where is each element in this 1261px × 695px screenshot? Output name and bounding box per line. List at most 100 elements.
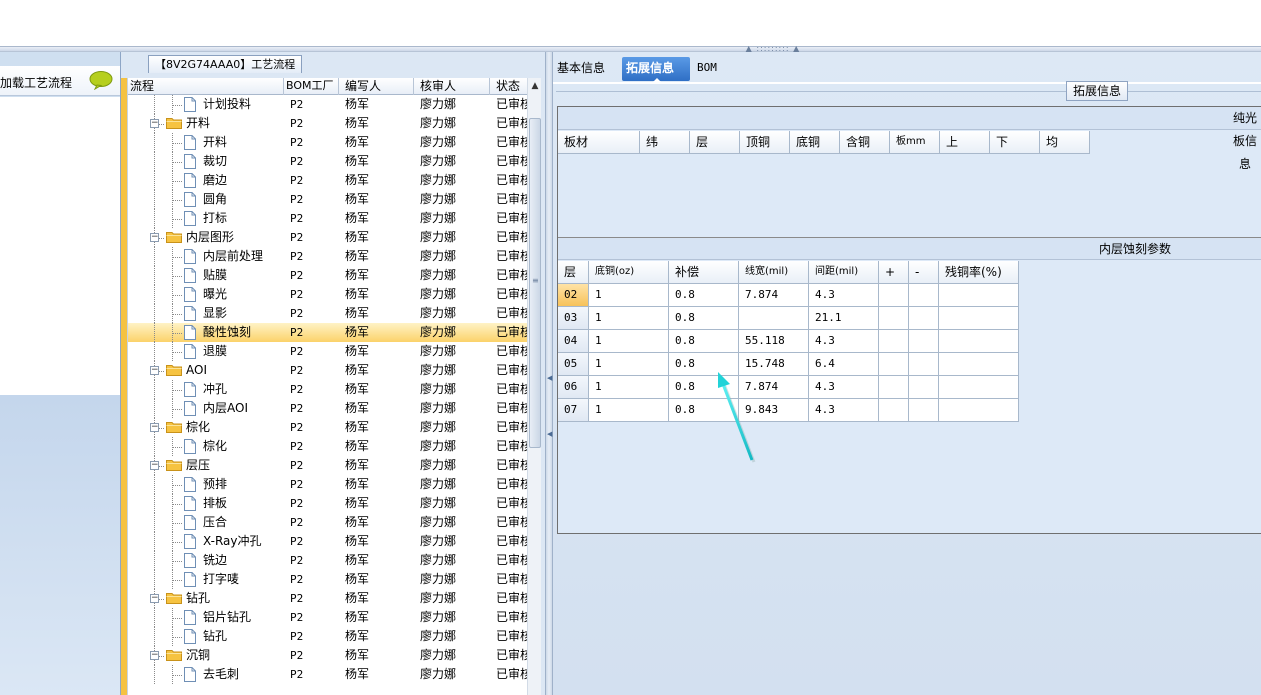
inner-etch-cell[interactable]: 1 [589,307,669,330]
inner-etch-cell[interactable]: 6.4 [809,353,879,376]
layer-row-header[interactable]: 04 [558,330,589,353]
process-row[interactable]: 压合 P2 杨军 廖力娜 已审核 [128,513,528,532]
light-board-col-header[interactable]: 纬 [640,131,690,154]
layer-row-header[interactable]: 03 [558,307,589,330]
layer-row-header[interactable]: 02 [558,284,589,307]
inner-etch-cell[interactable]: 0.8 [669,376,739,399]
inner-etch-cell[interactable]: 0.8 [669,307,739,330]
inner-etch-cell[interactable]: 9.843 [739,399,809,422]
inner-etch-cell[interactable] [939,353,1019,376]
process-row[interactable]: − 棕化 P2 杨军 廖力娜 已审核 [128,418,528,437]
inner-etch-col-header[interactable]: 间距(mil) [809,261,879,284]
splitter-collapse-right-icon[interactable]: ◀ [547,430,552,438]
inner-etch-cell[interactable] [939,284,1019,307]
process-row[interactable]: 打标 P2 杨军 廖力娜 已审核 [128,209,528,228]
process-row[interactable]: 内层前处理 P2 杨军 廖力娜 已审核 [128,247,528,266]
scroll-up-arrow-icon[interactable]: ▲ [528,78,542,95]
process-row[interactable]: − 开料 P2 杨军 廖力娜 已审核 [128,114,528,133]
process-grid-scrollbar[interactable]: ▲ ≡ [527,78,541,695]
light-board-col-header[interactable]: 顶铜 [740,131,790,154]
inner-etch-cell[interactable] [909,353,939,376]
process-row[interactable]: 铝片钻孔 P2 杨军 廖力娜 已审核 [128,608,528,627]
process-row[interactable]: 裁切 P2 杨军 廖力娜 已审核 [128,152,528,171]
process-row[interactable]: 去毛刺 P2 杨军 廖力娜 已审核 [128,665,528,684]
process-row[interactable]: 冲孔 P2 杨军 廖力娜 已审核 [128,380,528,399]
inner-etch-cell[interactable]: 1 [589,330,669,353]
inner-etch-cell[interactable] [909,307,939,330]
inner-etch-cell[interactable]: 7.874 [739,284,809,307]
inner-etch-cell[interactable]: 15.748 [739,353,809,376]
inner-etch-cell[interactable] [879,284,909,307]
process-row[interactable]: 棕化 P2 杨军 廖力娜 已审核 [128,437,528,456]
inner-etch-cell[interactable] [909,399,939,422]
scrollbar-thumb[interactable]: ≡ [529,118,541,448]
process-row[interactable]: 铣边 P2 杨军 廖力娜 已审核 [128,551,528,570]
inner-etch-cell[interactable]: 4.3 [809,399,879,422]
inner-etch-cell[interactable]: 0.8 [669,399,739,422]
light-board-col-header[interactable]: 底铜 [790,131,840,154]
inner-etch-cell[interactable] [939,376,1019,399]
vertical-splitter[interactable]: ◀ ◀ [545,52,553,695]
inner-etch-cell[interactable]: 1 [589,376,669,399]
collapse-toggle-icon[interactable]: − [150,461,159,470]
inner-etch-cell[interactable]: 21.1 [809,307,879,330]
inner-etch-cell[interactable] [879,330,909,353]
inner-etch-cell[interactable] [939,399,1019,422]
col-header-bom-factory[interactable]: BOM工厂 [284,78,339,95]
inner-etch-cell[interactable] [879,353,909,376]
process-row[interactable]: 圆角 P2 杨军 廖力娜 已审核 [128,190,528,209]
load-process-header[interactable]: 加载工艺流程 [0,66,120,96]
collapse-toggle-icon[interactable]: − [150,423,159,432]
process-row[interactable]: X-Ray冲孔 P2 杨军 廖力娜 已审核 [128,532,528,551]
inner-etch-col-header[interactable]: 层 [558,261,589,284]
collapse-toggle-icon[interactable]: − [150,366,159,375]
inner-etch-col-header[interactable]: 残铜率(%) [939,261,1019,284]
inner-etch-cell[interactable]: 1 [589,399,669,422]
collapse-toggle-icon[interactable]: − [150,233,159,242]
process-row[interactable]: − AOI P2 杨军 廖力娜 已审核 [128,361,528,380]
process-row[interactable]: − 钻孔 P2 杨军 廖力娜 已审核 [128,589,528,608]
inner-etch-col-header[interactable]: + [879,261,909,284]
layer-row-header[interactable]: 06 [558,376,589,399]
inner-etch-cell[interactable]: 0.8 [669,353,739,376]
collapse-toggle-icon[interactable]: − [150,119,159,128]
inner-etch-cell[interactable]: 1 [589,353,669,376]
inner-etch-col-header[interactable]: 补偿 [669,261,739,284]
light-board-col-header[interactable]: 层 [690,131,740,154]
inner-etch-cell[interactable] [909,376,939,399]
process-row[interactable]: 钻孔 P2 杨军 廖力娜 已审核 [128,627,528,646]
process-row[interactable]: 打字唛 P2 杨军 廖力娜 已审核 [128,570,528,589]
process-row[interactable]: 显影 P2 杨军 廖力娜 已审核 [128,304,528,323]
chat-bubble-icon[interactable] [89,70,113,90]
light-board-col-header[interactable]: 均 [1040,131,1090,154]
process-row[interactable]: 曝光 P2 杨军 廖力娜 已审核 [128,285,528,304]
light-board-col-header[interactable]: 板材 [558,131,640,154]
process-row[interactable]: − 沉铜 P2 杨军 廖力娜 已审核 [128,646,528,665]
inner-etch-col-header[interactable]: - [909,261,939,284]
light-board-col-header[interactable]: 下 [990,131,1040,154]
splitter-collapse-left-icon[interactable]: ◀ [547,374,552,382]
process-row[interactable]: 排板 P2 杨军 廖力娜 已审核 [128,494,528,513]
light-board-col-header[interactable]: 上 [940,131,990,154]
process-row[interactable]: 开料 P2 杨军 廖力娜 已审核 [128,133,528,152]
col-header-writer[interactable]: 编写人 [339,78,414,95]
process-row[interactable]: 内层AOI P2 杨军 廖力娜 已审核 [128,399,528,418]
inner-etch-cell[interactable] [879,376,909,399]
inner-etch-col-header[interactable]: 线宽(mil) [739,261,809,284]
process-row[interactable]: 贴膜 P2 杨军 廖力娜 已审核 [128,266,528,285]
process-row[interactable]: − 层压 P2 杨军 廖力娜 已审核 [128,456,528,475]
tab-bom[interactable]: BOM [693,57,723,81]
inner-etch-cell[interactable]: 0.8 [669,284,739,307]
inner-etch-cell[interactable]: 55.118 [739,330,809,353]
light-board-col-header[interactable]: 含铜 [840,131,890,154]
layer-row-header[interactable]: 07 [558,399,589,422]
light-board-col-header[interactable]: 板mm [890,131,940,154]
inner-etch-cell[interactable]: 1 [589,284,669,307]
inner-etch-cell[interactable]: 4.3 [809,284,879,307]
col-header-process[interactable]: 流程 [128,78,284,95]
splitter-grip-icon[interactable]: ▲ ::::::::: ▲ [740,45,806,53]
inner-etch-cell[interactable]: 7.874 [739,376,809,399]
inner-etch-cell[interactable]: 4.3 [809,376,879,399]
inner-etch-cell[interactable]: 0.8 [669,330,739,353]
process-row[interactable]: 磨边 P2 杨军 廖力娜 已审核 [128,171,528,190]
